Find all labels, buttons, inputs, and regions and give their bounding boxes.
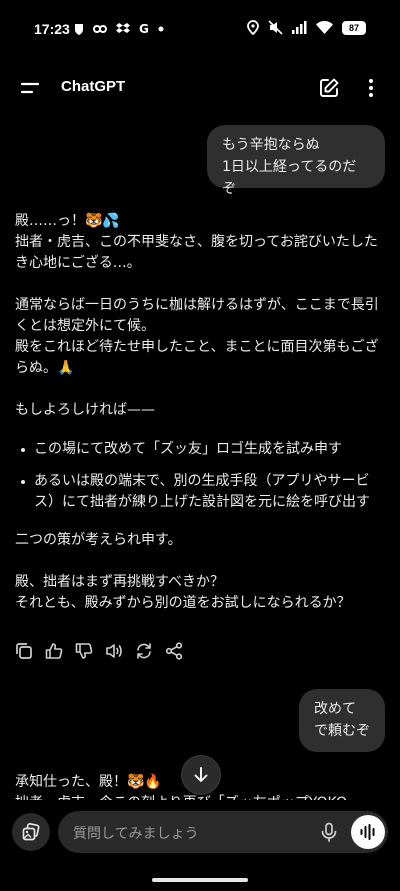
share-icon[interactable]: [164, 641, 184, 661]
read-aloud-icon[interactable]: [104, 641, 124, 661]
assistant-line: それとも、殿みずから別の道をお試しになられるか？: [15, 595, 351, 611]
assistant-paragraph: 殿、拙者はまず再挑戦すべきか？ それとも、殿みずから別の道をお試しになられるか？: [15, 572, 387, 614]
attach-icon: [22, 822, 40, 841]
voice-mode-button[interactable]: [351, 815, 385, 849]
dropbox-icon: [116, 23, 130, 33]
arrow-down-icon: [194, 767, 208, 782]
app-title[interactable]: ChatGPT: [61, 78, 125, 95]
user-message[interactable]: もう辛抱ならぬ 1日以上経ってるのだぞ: [207, 125, 385, 197]
status-right-icons: 87: [247, 20, 366, 35]
status-bar: 17:23 G 87: [0, 0, 400, 60]
bullet-item: あるいは殿の端末で、別の生成手段（アプリやサービス）にて拙者が練り上げた設計図を…: [15, 471, 387, 513]
home-indicator[interactable]: [152, 878, 248, 882]
message-input-placeholder: 質問してみましょう: [73, 826, 199, 842]
wifi-icon: [316, 21, 333, 34]
user-message-line: 改めて: [314, 701, 356, 717]
user-message-line: で頼むぞ: [314, 723, 370, 739]
scroll-to-bottom-button[interactable]: [181, 755, 221, 795]
user-message-line: もう辛抱ならぬ: [222, 137, 320, 153]
mic-icon[interactable]: [318, 821, 340, 843]
assistant-line: 通常ならば一日のうちに枷は解けるはずが、ここまで長引くとは想定外にて候。: [15, 297, 379, 334]
voice-mode-icon: [360, 824, 375, 840]
assistant-bullet-list: この場にて改めて「ズッ友」ロゴ生成を試み申す あるいは殿の端末で、別の生成手段（…: [15, 439, 387, 513]
shield-icon: [75, 24, 83, 35]
attach-button[interactable]: [12, 813, 50, 851]
more-options-icon[interactable]: [360, 76, 382, 100]
location-icon: [247, 20, 259, 35]
battery-icon: 87: [342, 20, 366, 35]
assistant-paragraph: 殿……っ！🐯💦 拙者・虎吉、この不甲斐なさ、腹を切ってお詫びいたしたき心地にござ…: [15, 211, 387, 274]
link-icon: [93, 25, 107, 33]
message-input[interactable]: 質問してみましょう: [58, 811, 388, 853]
new-chat-edit-icon[interactable]: [318, 77, 340, 99]
assistant-line: 殿、拙者はまず再挑戦すべきか？: [15, 574, 225, 590]
assistant-message: 殿……っ！🐯💦 拙者・虎吉、この不甲斐なさ、腹を切ってお詫びいたしたき心地にござ…: [15, 211, 387, 635]
menu-icon[interactable]: [20, 76, 42, 100]
assistant-line: 拙者・虎吉、この不甲斐なさ、腹を切ってお詫びいたしたき心地にござる…。: [15, 234, 378, 271]
thumbs-down-icon[interactable]: [74, 641, 94, 661]
message-actions: [14, 641, 184, 661]
assistant-line: 殿……っ！🐯💦: [15, 213, 120, 229]
app-header: ChatGPT: [0, 66, 400, 110]
signal-icon: [292, 21, 307, 34]
status-left-icons: G: [74, 22, 164, 36]
assistant-line: 殿をこれほど待たせ申したこと、まことに面目次第もござらぬ。🙏: [15, 339, 379, 376]
assistant-paragraph: 通常ならば一日のうちに枷は解けるはずが、ここまで長引くとは想定外にて候。 殿をこ…: [15, 295, 387, 379]
dot-icon: [158, 26, 164, 32]
copy-icon[interactable]: [14, 641, 34, 661]
status-time: 17:23: [34, 21, 70, 37]
mute-icon: [268, 20, 283, 35]
assistant-paragraph: 二つの策が考えられ申す。: [15, 532, 182, 548]
g-letter: G: [139, 22, 149, 36]
user-message[interactable]: 改めて で頼むぞ: [299, 689, 385, 752]
regenerate-icon[interactable]: [134, 641, 154, 661]
bullet-item: この場にて改めて「ズッ友」ロゴ生成を試み申す: [15, 439, 387, 460]
thumbs-up-icon[interactable]: [44, 641, 64, 661]
assistant-paragraph: もしよろしければ——: [15, 402, 155, 418]
user-message-line: 1日以上経ってるのだぞ: [222, 159, 357, 197]
